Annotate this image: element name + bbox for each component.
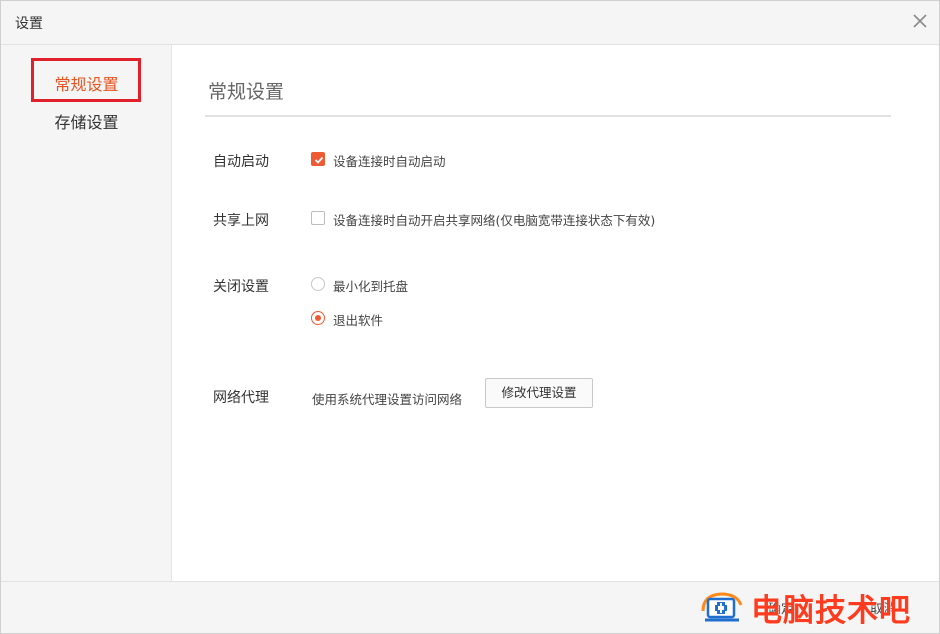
close-settings-label: 关闭设置	[213, 279, 269, 295]
section-divider	[205, 115, 891, 117]
watermark-text: 电脑技术吧	[751, 592, 911, 629]
settings-content: 常规设置 自动启动 设备连接时自动启动 共享上网 设备连接时自动开启共享网络(仅…	[172, 45, 939, 581]
settings-window: 设置 常规设置 存储设置 常规设置 自动启动 设备连接时自动启动 共享上网 设备…	[0, 0, 940, 634]
share-internet-label: 共享上网	[213, 213, 269, 229]
section-title: 常规设置	[208, 81, 285, 103]
share-internet-checkbox[interactable]	[311, 211, 325, 225]
sidebar-item-general-settings[interactable]: 常规设置	[1, 71, 172, 95]
exit-software-label: 退出软件	[333, 313, 384, 328]
window-title: 设置	[15, 16, 43, 32]
sidebar: 常规设置 存储设置	[1, 45, 172, 581]
minimize-to-tray-radio[interactable]	[311, 277, 325, 291]
auto-start-checkbox[interactable]	[311, 152, 325, 166]
sidebar-item-storage-settings[interactable]: 存储设置	[1, 109, 172, 133]
share-internet-option-text: 设备连接时自动开启共享网络(仅电脑宽带连接状态下有效)	[333, 213, 656, 228]
network-proxy-label: 网络代理	[213, 390, 269, 406]
auto-start-label: 自动启动	[213, 154, 269, 170]
monitor-plus-icon	[701, 592, 743, 622]
modify-proxy-settings-button[interactable]: 修改代理设置	[485, 378, 593, 408]
minimize-to-tray-label: 最小化到托盘	[333, 279, 409, 294]
auto-start-option-text: 设备连接时自动启动	[333, 154, 446, 169]
proxy-description: 使用系统代理设置访问网络	[312, 392, 463, 407]
watermark: 电脑技术吧	[699, 584, 911, 630]
exit-software-radio[interactable]	[311, 311, 325, 325]
title-bar: 设置	[1, 1, 939, 45]
close-icon[interactable]	[909, 10, 931, 32]
checkmark-icon	[314, 156, 324, 164]
